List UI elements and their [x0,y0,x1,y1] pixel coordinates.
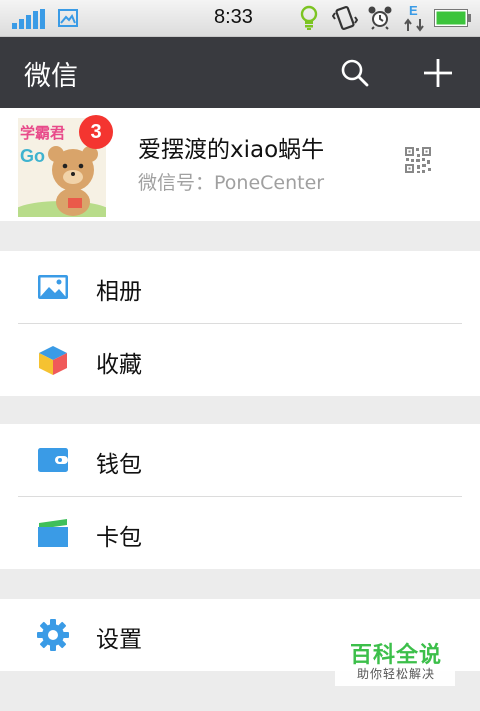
album-icon [38,275,68,299]
card-pack-icon [38,519,68,547]
notification-badge: 3 [79,115,113,149]
menu-label-settings: 设置 [96,627,142,653]
signal-icon [12,9,45,29]
menu-item-album[interactable]: 相册 [0,251,480,323]
gear-icon [37,619,69,651]
profile-card[interactable]: 学霸君 Go 爱摆渡的xiao蜗牛 微信号：PoneCenter [0,108,480,221]
vibrate-icon [332,6,358,30]
app-header: 微信 [0,37,480,108]
image-notification-icon [58,9,78,27]
lightbulb-icon [300,5,318,30]
section-wallet-cards: 钱包 卡包 [0,424,480,569]
watermark-sub-text: 助你轻松解决 [357,667,436,681]
menu-label-cards: 卡包 [96,525,142,551]
section-album-favorites: 相册 收藏 [0,251,480,396]
menu-label-wallet: 钱包 [96,452,142,478]
favorites-cube-icon [39,346,67,375]
qr-code-icon[interactable] [404,146,432,174]
status-bar: 8:33 E [0,0,480,37]
watermark-logo: 百科全说 助你轻松解决 [335,630,455,686]
mobile-data-icon: E [404,3,424,32]
menu-item-wallet[interactable]: 钱包 [0,424,480,496]
menu-item-cards[interactable]: 卡包 [0,497,480,569]
page-title: 微信 [24,61,78,92]
avatar-title-text: 学霸君 [20,124,65,142]
alarm-icon [368,6,392,30]
profile-name: 爱摆渡的xiao蜗牛 [138,137,325,163]
clock-time: 8:33 [214,6,253,28]
search-icon[interactable] [340,58,370,88]
plus-icon[interactable] [423,58,453,88]
avatar-go-text: Go [20,146,45,166]
battery-icon [434,9,471,27]
wechat-id: 微信号：PoneCenter [138,172,325,194]
menu-label-favorites: 收藏 [96,352,142,378]
menu-item-favorites[interactable]: 收藏 [0,324,480,396]
wallet-icon [38,448,68,472]
menu-label-album: 相册 [96,279,142,305]
data-indicator-text: E [409,3,418,18]
